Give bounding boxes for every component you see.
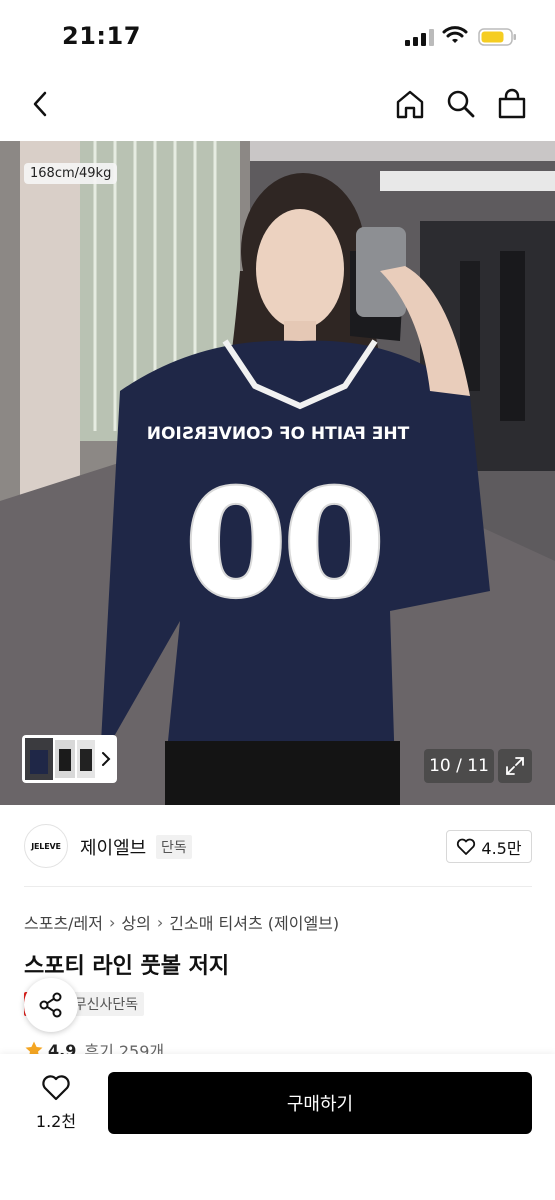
exclusive-badge: 무신사단독 [67, 992, 145, 1016]
battery-icon [478, 28, 516, 46]
bottom-action-bar: 1.2천 구매하기 [0, 1054, 555, 1200]
product-image-carousel[interactable]: THE FAITH OF CONVERSION 00 168cm/49kg 10… [0, 141, 555, 805]
heart-icon [457, 838, 476, 855]
chevron-left-icon [33, 91, 47, 117]
home-icon [396, 90, 424, 119]
wifi-icon [442, 26, 468, 43]
chevron-right-icon [102, 752, 111, 766]
breadcrumb-item-category[interactable]: 스포츠/레저 [24, 910, 103, 934]
wishlist-button[interactable]: 1.2천 [24, 1074, 88, 1132]
back-button[interactable] [20, 84, 60, 124]
page-counter: 10 / 11 [424, 749, 494, 783]
cart-button[interactable] [492, 84, 532, 124]
product-title: 스포티 라인 풋볼 저지 [24, 954, 230, 979]
breadcrumb: 스포츠/레저 › 상의 › 긴소매 티셔츠 (제이엘브) [24, 910, 339, 934]
product-photo: THE FAITH OF CONVERSION 00 [0, 141, 555, 805]
breadcrumb-separator-icon: › [109, 912, 116, 932]
share-icon [39, 992, 62, 1018]
brand-name[interactable]: 제이엘브 [80, 834, 146, 860]
jersey-text: THE FAITH OF CONVERSION [147, 424, 410, 444]
brand-like-button[interactable]: 4.5만 [446, 830, 532, 863]
thumbnail-strip[interactable] [22, 735, 117, 783]
shopping-bag-icon [498, 88, 526, 119]
heart-icon [42, 1075, 70, 1101]
search-button[interactable] [441, 84, 481, 124]
buy-button[interactable]: 구매하기 [108, 1072, 532, 1134]
status-time: 21:17 [62, 22, 141, 50]
expand-icon [506, 757, 524, 775]
search-icon [447, 90, 475, 118]
wishlist-count: 1.2천 [35, 1112, 77, 1131]
breadcrumb-item-subcategory[interactable]: 상의 [121, 910, 150, 934]
brand-like-count: 4.5만 [481, 838, 522, 858]
share-button[interactable] [24, 978, 78, 1032]
breadcrumb-item-detail[interactable]: 긴소매 티셔츠 (제이엘브) [169, 910, 339, 934]
brand-row: JELEVE 제이엘브 단독 4.5만 [0, 805, 555, 887]
model-size-badge: 168cm/49kg [24, 163, 118, 184]
brand-exclusive-tag: 단독 [156, 835, 192, 859]
breadcrumb-separator-icon: › [156, 912, 164, 932]
brand-logo[interactable]: JELEVE [24, 824, 68, 868]
status-bar: 21:17 [0, 0, 555, 72]
divider [24, 886, 532, 887]
jersey-number: 00 [184, 458, 381, 632]
nav-bar [0, 72, 555, 140]
home-button[interactable] [390, 84, 430, 124]
expand-image-button[interactable] [498, 749, 532, 783]
cellular-signal-icon [405, 28, 435, 46]
